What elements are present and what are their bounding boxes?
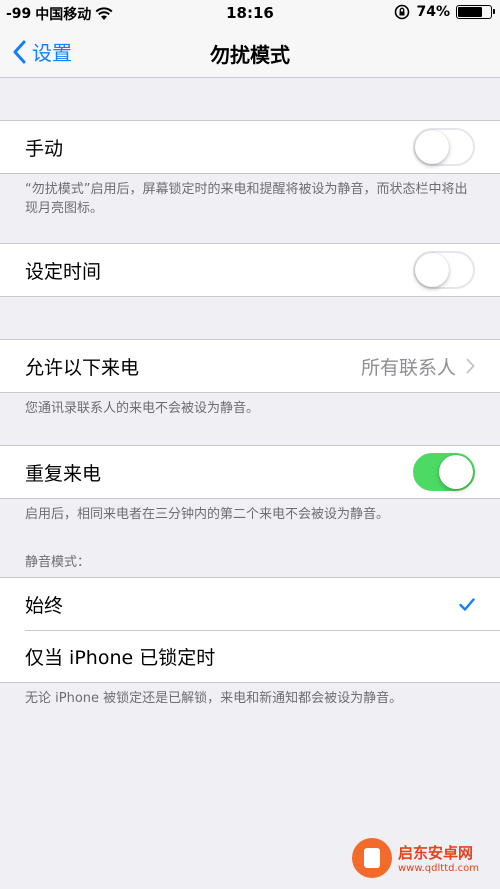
silence-option-label: 始终: [25, 594, 64, 617]
scheduled-toggle[interactable]: [413, 251, 475, 289]
repeated-calls-label: 重复来电: [25, 462, 102, 485]
repeated-calls-footer: 启用后，相同来电者在三分钟内的第二个来电不会被设为静音。: [25, 507, 390, 522]
repeated-calls-row: 重复来电: [0, 446, 500, 498]
toggle-knob: [415, 130, 449, 164]
navigation-bar: 设置 勿扰模式: [0, 26, 500, 78]
scheduled-label: 设定时间: [25, 260, 102, 283]
watermark-url: www.qdlttd.com: [398, 863, 479, 874]
manual-group: 手动: [0, 120, 500, 174]
page-title: 勿扰模式: [210, 43, 290, 67]
manual-label: 手动: [25, 137, 64, 160]
manual-row: 手动: [0, 121, 500, 173]
allow-calls-value: 所有联系人: [360, 356, 456, 379]
silence-option-label: 仅当 iPhone 已锁定时: [25, 646, 216, 669]
battery-fill: [458, 7, 482, 17]
manual-footer: “勿扰模式”启用后，屏幕锁定时的来电和提醒将被设为静音，而状态栏中将出现月亮图标…: [25, 182, 468, 216]
silence-footer: 无论 iPhone 被锁定还是已解锁，来电和新通知都会被设为静音。: [25, 691, 403, 706]
toggle-knob: [439, 455, 473, 489]
silence-option-locked[interactable]: 仅当 iPhone 已锁定时: [0, 630, 500, 682]
status-bar: -99 中国移动 18:16 74%: [0, 0, 500, 26]
allow-calls-detail: 所有联系人: [361, 353, 475, 380]
scheduled-group: 设定时间: [0, 243, 500, 297]
silence-header: 静音模式：: [25, 555, 91, 570]
battery-icon: [456, 5, 495, 19]
allow-calls-footer: 您通讯录联系人的来电不会被设为静音。: [25, 401, 260, 416]
silence-group: 始终 仅当 iPhone 已锁定时: [0, 577, 500, 683]
allow-calls-row[interactable]: 允许以下来电 所有联系人: [0, 340, 500, 392]
watermark: 启东安卓网 www.qdlttd.com: [352, 833, 492, 883]
watermark-logo: [352, 838, 392, 878]
scheduled-row: 设定时间: [0, 244, 500, 296]
toggle-knob: [415, 253, 449, 287]
chevron-right-icon: [466, 358, 475, 374]
allow-calls-group: 允许以下来电 所有联系人: [0, 339, 500, 393]
repeated-calls-toggle[interactable]: [413, 453, 475, 491]
silence-option-always[interactable]: 始终: [0, 578, 500, 630]
manual-toggle[interactable]: [413, 128, 475, 166]
watermark-text: 启东安卓网 www.qdlttd.com: [398, 842, 479, 874]
allow-calls-label: 允许以下来电: [25, 356, 140, 379]
status-right: 74%: [394, 4, 495, 20]
battery-percent: 74%: [416, 4, 450, 20]
watermark-name: 启东安卓网: [398, 844, 474, 862]
checkmark-icon: [459, 597, 475, 611]
rotation-lock-icon: [395, 4, 410, 20]
repeated-calls-group: 重复来电: [0, 445, 500, 499]
